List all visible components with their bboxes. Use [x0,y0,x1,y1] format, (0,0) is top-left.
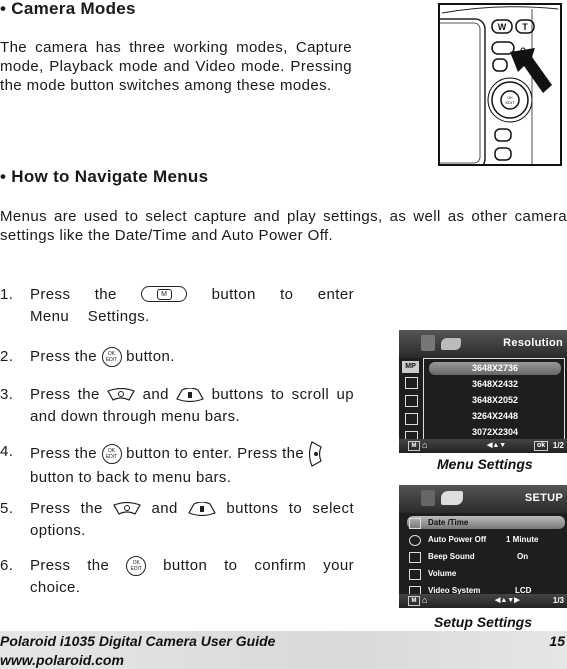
svg-text:EDIT: EDIT [505,100,515,105]
screen-header: SETUP [399,485,567,513]
menu-item[interactable]: 3264X2448 [429,410,561,426]
down-button-icon [188,502,216,517]
megapixel-icon: MP [402,361,419,373]
zoom-w-label: W [498,22,507,32]
left-button-icon [308,441,322,467]
step-3: 3. Press the and buttons to scroll up an… [0,386,354,425]
scene-icon [405,395,418,407]
playback-button [494,128,512,142]
section-heading-camera-modes: • Camera Modes [0,0,136,18]
footer-guide-title: Polaroid i1035 Digital Camera User Guide [0,633,276,649]
menu-settings-caption: Menu Settings [437,456,533,472]
section-heading-navigate-menus: • How to Navigate Menus [0,167,209,186]
camera-modes-paragraph: The camera has three working modes, Capt… [0,39,352,94]
menu-item[interactable]: 3648X2432 [429,378,561,394]
screen-title: SETUP [524,492,563,504]
step-4: 4. Press the OK EDIT button to enter. Pre… [0,441,354,487]
setup-settings-caption: Setup Settings [434,614,533,630]
volume-bars-icon [409,569,421,580]
menu-item[interactable]: 3648X2052 [429,394,561,410]
menu-button-icon: M [141,286,188,303]
menu-item[interactable]: 3648X2736 [429,362,561,378]
setup-tab-icon [441,338,461,350]
step-2: 2. Press the OK EDIT button. [0,346,354,370]
nav-arrows-icon: ◀▲▼▶ [495,597,520,604]
page-footer: Polaroid i1035 Digital Camera User Guide… [0,631,567,669]
step-1: 1. Press the M button to enter Menu Sett… [0,286,354,325]
calendar-icon [409,518,421,529]
side-icon-column: MP [402,361,419,443]
camera-tab-icon [421,490,435,506]
menu-key-icon: M [408,441,420,451]
setup-row-auto-power-off[interactable]: Auto Power Off 1 Minute [409,533,559,550]
page-number: 15 [549,633,565,649]
resolution-list: 3648X2736 3648X2432 3648X2052 3264X2448 … [429,362,561,442]
camera-drawing: W T OK EDIT [440,6,559,164]
quality-icon [405,377,418,389]
screen-title: Resolution [503,337,563,349]
menu-key-icon: M [408,596,420,606]
screen-footer: M ⌂ ◀▲▼ ok 1/2 [399,439,567,453]
down-button-icon [176,388,205,403]
navigate-menus-paragraph: Menus are used to select capture and pla… [0,208,567,244]
ok-edit-button-icon: OK EDIT [126,556,147,577]
ok-edit-button-icon: OK EDIT [101,444,122,464]
up-button-icon [107,388,136,401]
home-icon: ⌂ [422,440,428,450]
setup-row-beep-sound[interactable]: Beep Sound On [409,550,559,567]
power-icon [409,535,421,546]
speaker-icon [409,552,421,563]
delete-button [494,147,512,161]
home-icon: ⌂ [422,595,428,605]
setup-row-date-time[interactable]: Date /Time [409,516,559,533]
footer-url[interactable]: www.polaroid.com [0,652,124,668]
exposure-icon [405,413,418,425]
menu-settings-screen: Resolution MP 3648X2736 3648X2432 3648X2… [399,330,567,453]
setup-settings-screen: SETUP Date /Time Auto Power Off 1 Minute… [399,485,567,608]
page-indicator: 1/2 [552,441,564,450]
camera-back-illustration: W T OK EDIT [438,3,562,166]
setup-list: Date /Time Auto Power Off 1 Minute Beep … [409,516,559,601]
setup-row-volume[interactable]: Volume [409,567,559,584]
step-5: 5. Press the and buttons to select optio… [0,500,355,539]
up-button-icon [113,502,141,515]
arrow-pointer-icon [510,48,552,93]
nav-arrows-icon: ◀▲▼ [487,442,507,449]
zoom-t-label: T [522,22,528,32]
menu-button [492,58,508,72]
ok-edit-button-icon: OK EDIT [101,347,122,368]
screen-header: Resolution [399,330,567,358]
step-6: 6. Press the OK EDIT button to confirm yo… [0,556,354,596]
camera-tab-icon [421,335,435,351]
ok-key-icon: ok [534,441,549,451]
screen-footer: M ⌂ ◀▲▼▶ 1/3 [399,594,567,608]
page-indicator: 1/3 [552,596,564,605]
lcd-screen-outline [440,18,486,164]
setup-tab-icon [441,491,463,505]
